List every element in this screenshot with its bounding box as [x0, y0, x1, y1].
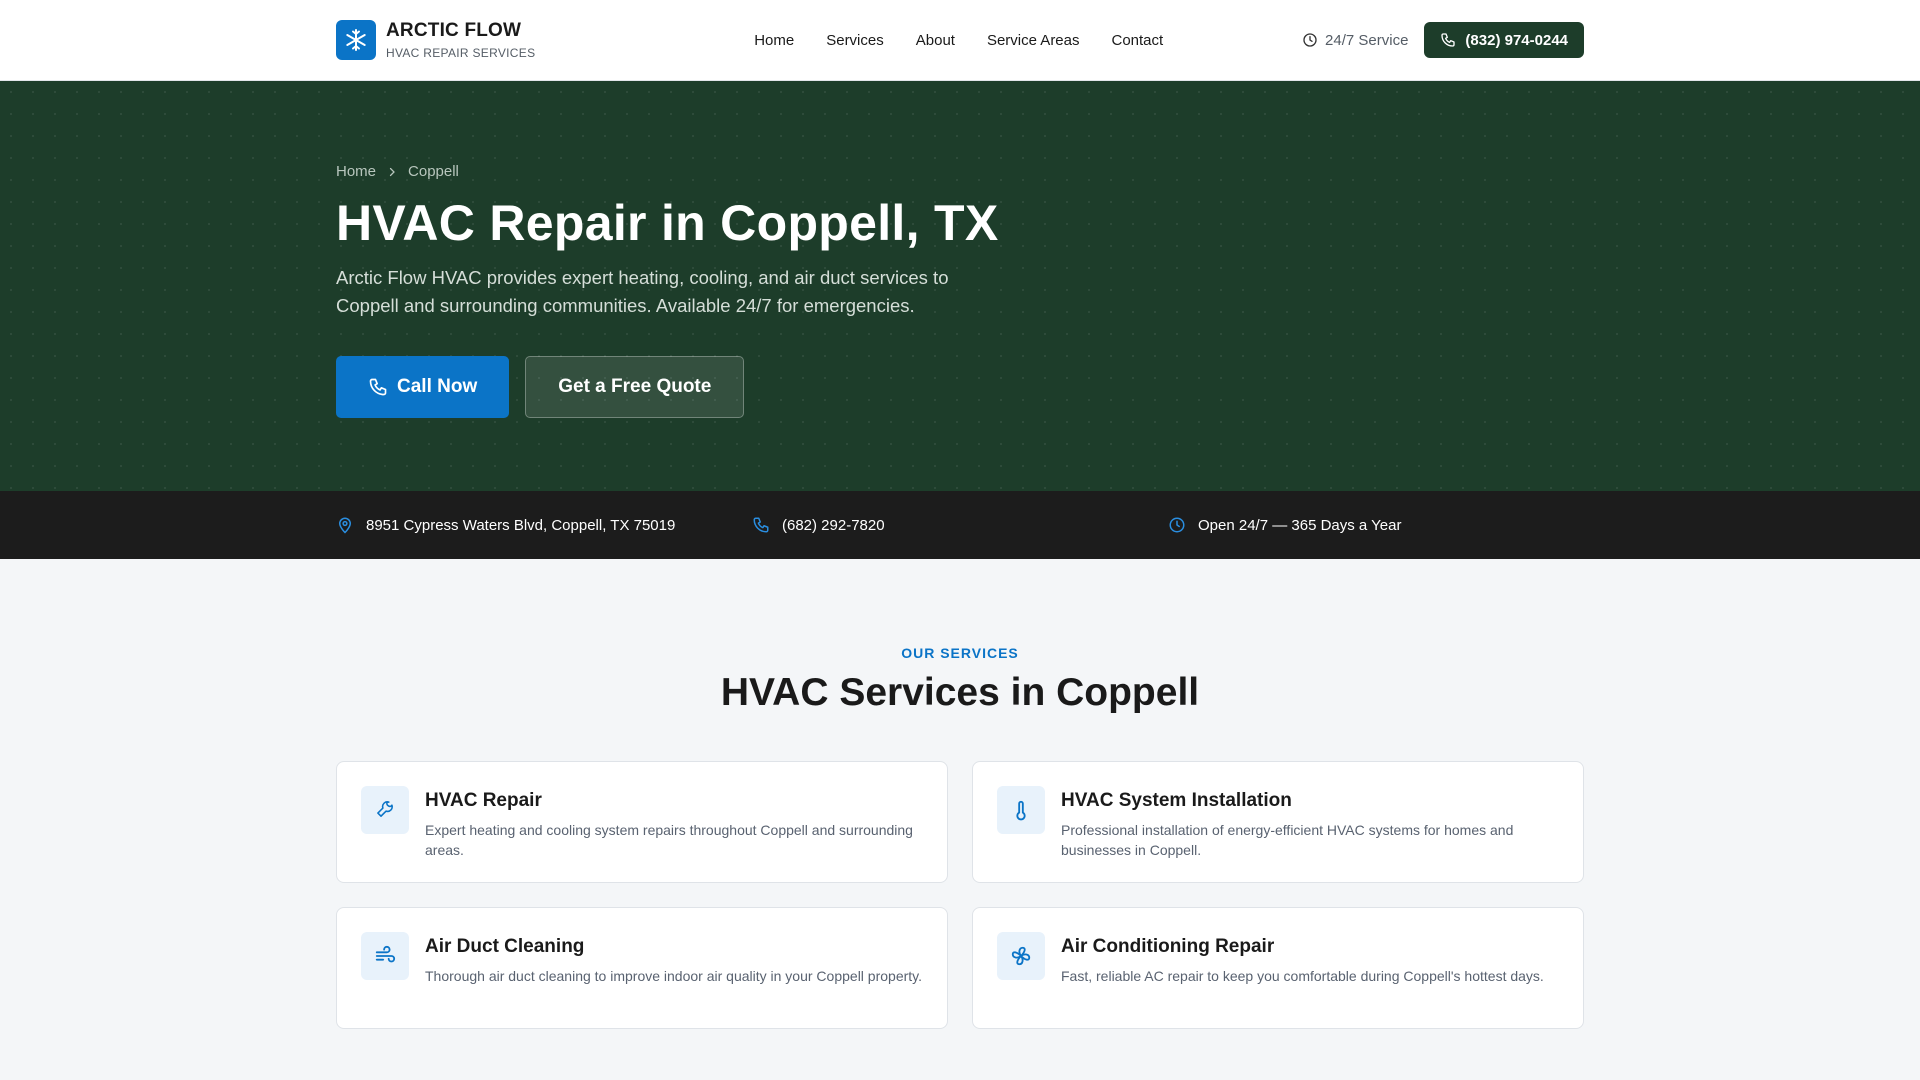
services-grid: HVAC Repair Expert heating and cooling s…	[336, 761, 1584, 1029]
brand-tagline: HVAC REPAIR SERVICES	[386, 46, 536, 60]
breadcrumb-current: Coppell	[408, 163, 459, 180]
brand-logo[interactable]: ARCTIC FLOW HVAC REPAIR SERVICES	[336, 20, 535, 60]
nav-about[interactable]: About	[916, 32, 955, 49]
services-eyebrow: OUR SERVICES	[901, 645, 1019, 661]
main-nav: Home Services About Service Areas Contac…	[754, 32, 1163, 49]
service-title: HVAC System Installation	[1061, 790, 1292, 811]
hours-text: Open 24/7 — 365 Days a Year	[1198, 516, 1402, 534]
header-phone-button[interactable]: (832) 974-0244	[1424, 22, 1584, 58]
page-title: HVAC Repair in Coppell, TX	[336, 195, 999, 251]
service-description: Expert heating and cooling system repair…	[425, 822, 913, 858]
service-247-text: 24/7 Service	[1325, 31, 1409, 49]
free-quote-label: Get a Free Quote	[558, 376, 712, 397]
service-title: HVAC Repair	[425, 790, 542, 811]
wrench-icon	[361, 786, 409, 834]
service-description: Fast, reliable AC repair to keep you com…	[1061, 968, 1544, 984]
breadcrumb-home[interactable]: Home	[336, 163, 376, 180]
brand-name: ARCTIC FLOW	[386, 20, 522, 41]
contact-info-bar: 8951 Cypress Waters Blvd, Coppell, TX 75…	[0, 491, 1920, 559]
clock-icon	[1303, 33, 1317, 47]
map-pin-icon	[338, 517, 352, 534]
snowflake-icon	[336, 20, 376, 60]
info-hours: Open 24/7 — 365 Days a Year	[1168, 516, 1584, 534]
call-now-button[interactable]: Call Now	[336, 356, 510, 418]
service-description: Thorough air duct cleaning to improve in…	[425, 968, 923, 984]
service-247-label: 24/7 Service	[1302, 32, 1408, 49]
info-address: 8951 Cypress Waters Blvd, Coppell, TX 75…	[336, 516, 752, 534]
hero-subtitle: Arctic Flow HVAC provides expert heating…	[336, 267, 949, 316]
info-phone[interactable]: (682) 292-7820	[752, 516, 1168, 534]
phone-text: (682) 292-7820	[782, 516, 885, 534]
phone-icon	[369, 378, 387, 396]
nav-contact[interactable]: Contact	[1112, 32, 1164, 49]
thermometer-icon	[997, 786, 1045, 834]
fan-icon	[997, 932, 1045, 980]
service-card-ac-repair[interactable]: Air Conditioning Repair Fast, reliable A…	[972, 907, 1584, 1029]
nav-home[interactable]: Home	[754, 32, 794, 49]
breadcrumb: Home Coppell	[336, 163, 1584, 180]
free-quote-button[interactable]: Get a Free Quote	[525, 356, 745, 418]
service-title: Air Duct Cleaning	[425, 936, 585, 957]
phone-icon	[1441, 33, 1456, 47]
chevron-right-icon	[389, 167, 395, 176]
service-description: Professional installation of energy-effi…	[1061, 822, 1514, 858]
nav-services[interactable]: Services	[826, 32, 884, 49]
nav-service-areas[interactable]: Service Areas	[987, 32, 1080, 49]
header-phone-number: (832) 974-0244	[1465, 31, 1568, 49]
services-section: OUR SERVICES HVAC Services in Coppell HV…	[0, 559, 1920, 1029]
service-title: Air Conditioning Repair	[1061, 936, 1275, 957]
clock-icon	[1169, 517, 1185, 533]
phone-icon	[753, 517, 769, 533]
service-card-air-duct-cleaning[interactable]: Air Duct Cleaning Thorough air duct clea…	[336, 907, 948, 1029]
wind-icon	[361, 932, 409, 980]
services-title: HVAC Services in Coppell	[720, 671, 1200, 714]
hero-section: Home Coppell HVAC Repair in Coppell, TX …	[0, 81, 1920, 491]
address-text: 8951 Cypress Waters Blvd, Coppell, TX 75…	[366, 516, 676, 534]
call-now-label: Call Now	[397, 376, 478, 397]
service-card-system-installation[interactable]: HVAC System Installation Professional in…	[972, 761, 1584, 883]
service-card-hvac-repair[interactable]: HVAC Repair Expert heating and cooling s…	[336, 761, 948, 883]
site-header: ARCTIC FLOW HVAC REPAIR SERVICES Home Se…	[0, 0, 1920, 81]
